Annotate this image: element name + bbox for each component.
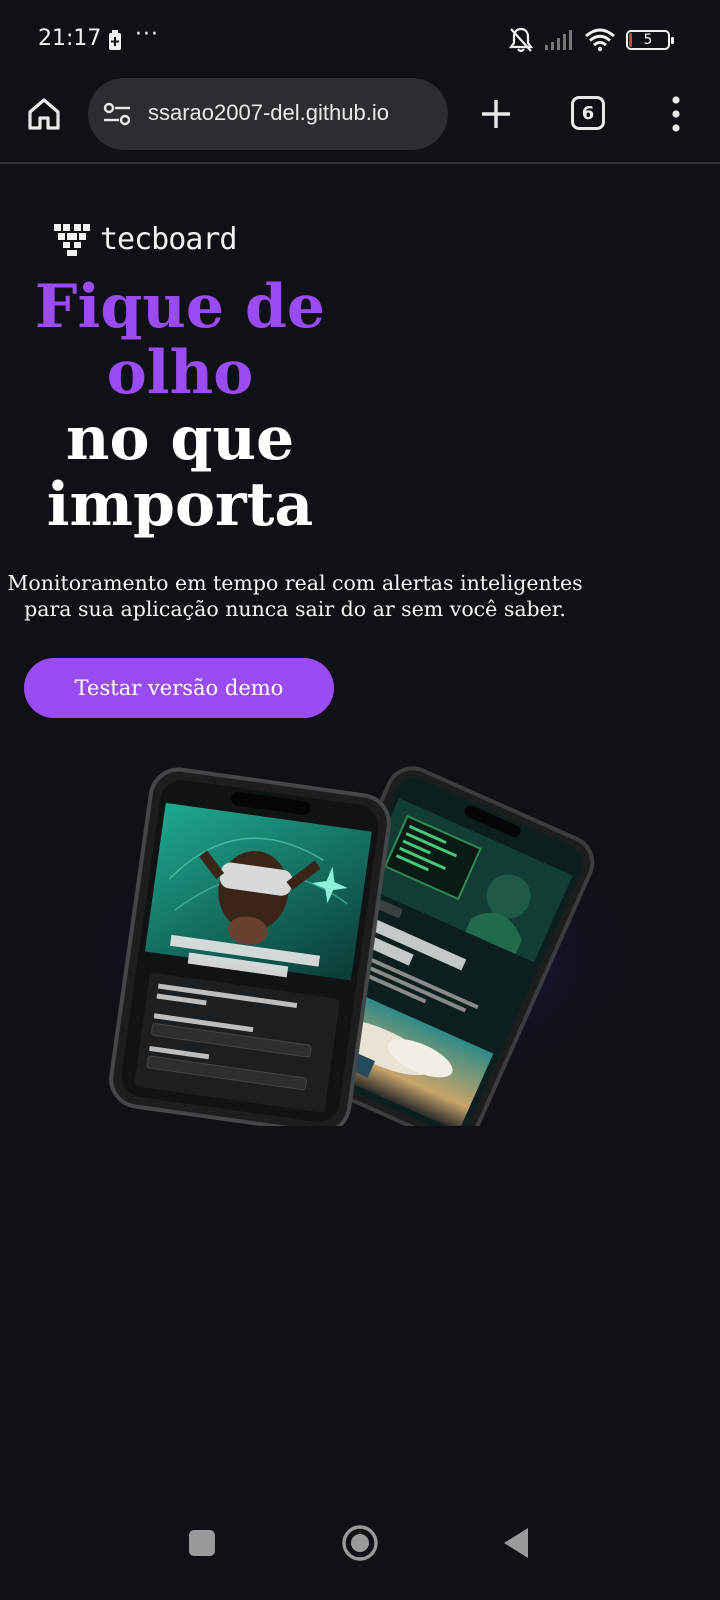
status-bar: 21:17 ··· 5 (0, 0, 720, 78)
web-page: tecboard Fique de olho no que importa Mo… (0, 166, 720, 1496)
subtitle-line-2: para sua aplicação nunca sair do ar sem … (24, 597, 566, 621)
tabs-icon[interactable]: 6 (571, 96, 605, 130)
brand-logo[interactable]: tecboard (54, 222, 237, 257)
status-right-group: 5 (508, 26, 674, 54)
home-icon[interactable] (24, 94, 64, 134)
wifi-icon (585, 28, 615, 52)
hero-headline: Fique de olho no que importa (20, 274, 340, 538)
battery-level: 5 (643, 32, 653, 48)
battery-saver-icon (109, 30, 121, 50)
headline-white-line-1: no que (65, 404, 295, 474)
browser-toolbar: ssarao2007-del.github.io 6 (0, 78, 720, 164)
tab-count: 6 (581, 102, 595, 124)
battery-icon: 5 (626, 30, 674, 50)
status-time: 21:17 (38, 26, 102, 51)
more-dots-icon: ··· (135, 22, 159, 47)
hero-subtitle: Monitoramento em tempo real com alertas … (0, 570, 590, 622)
left-phone (109, 767, 391, 1126)
headline-white-line-2: importa (46, 470, 314, 540)
demo-button[interactable]: Testar versão demo (24, 658, 334, 718)
headline-accent-line-1: Fique de (34, 272, 326, 342)
logo-text: tecboard (100, 222, 237, 257)
mute-bell-icon (508, 27, 534, 53)
new-tab-icon[interactable] (478, 96, 514, 132)
headline-accent-line-2: olho (106, 338, 254, 408)
system-nav-bar (0, 1496, 720, 1600)
subtitle-line-1: Monitoramento em tempo real com alertas … (7, 571, 583, 595)
recents-icon[interactable] (189, 1530, 215, 1556)
phones-mockup-image (70, 766, 650, 1126)
tecboard-logo-icon (54, 223, 90, 256)
address-bar[interactable]: ssarao2007-del.github.io (88, 78, 448, 150)
battery-fill (629, 33, 632, 47)
site-settings-icon[interactable] (102, 100, 132, 128)
menu-icon[interactable] (666, 94, 686, 134)
url-text[interactable]: ssarao2007-del.github.io (148, 100, 438, 126)
home-circle-icon[interactable] (341, 1524, 379, 1562)
back-icon[interactable] (502, 1526, 530, 1560)
signal-icon (545, 30, 572, 50)
